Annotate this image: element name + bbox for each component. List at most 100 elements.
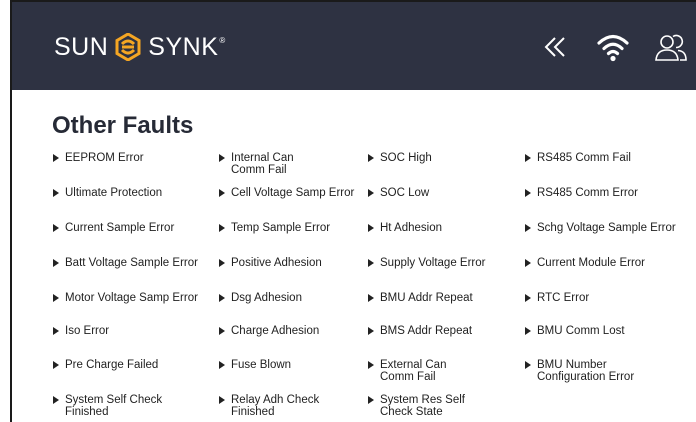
fault-item: Positive Adhesion	[219, 257, 322, 269]
bullet-arrow-icon	[368, 396, 374, 404]
fault-label: BMS Addr Repeat	[380, 325, 473, 337]
fault-label: EEPROM Error	[65, 152, 144, 164]
bullet-arrow-icon	[525, 154, 531, 162]
bullet-arrow-icon	[525, 189, 531, 197]
bullet-arrow-icon	[219, 189, 225, 197]
fault-item: Schg Voltage Sample Error	[525, 222, 676, 234]
bullet-arrow-icon	[219, 361, 225, 369]
fault-item: BMU Addr Repeat	[368, 292, 473, 304]
fault-label: RS485 Comm Fail	[537, 152, 631, 164]
fault-item: BMU Comm Lost	[525, 325, 625, 337]
bullet-arrow-icon	[53, 224, 59, 232]
bullet-arrow-icon	[53, 327, 59, 335]
fault-label: Ht Adhesion	[380, 222, 443, 234]
bullet-arrow-icon	[368, 259, 374, 267]
fault-item: EEPROM Error	[53, 152, 144, 164]
fault-label: BMU Comm Lost	[537, 325, 625, 337]
fault-label: Ultimate Protection	[65, 187, 163, 199]
back-chevron-icon[interactable]	[538, 30, 572, 64]
fault-label: Iso Error	[65, 325, 110, 337]
fault-item: Motor Voltage Samp Error	[53, 292, 198, 304]
bullet-arrow-icon	[53, 361, 59, 369]
fault-label: RS485 Comm Error	[537, 187, 638, 199]
fault-label: Cell Voltage Samp Error	[231, 187, 355, 199]
fault-label: BMU Number Configuration Error	[537, 359, 635, 383]
fault-item: RS485 Comm Fail	[525, 152, 631, 164]
fault-label: Pre Charge Failed	[65, 359, 159, 371]
bullet-arrow-icon	[525, 259, 531, 267]
screen-frame: SUN SYNK ® Other Faults EEPROM Error Int…	[10, 0, 696, 422]
fault-label: Current Sample Error	[65, 222, 175, 234]
fault-item: Internal Can Comm Fail	[219, 152, 294, 176]
fault-item: SOC High	[368, 152, 432, 164]
fault-item: RTC Error	[525, 292, 589, 304]
fault-item: BMS Addr Repeat	[368, 325, 472, 337]
fault-label: Current Module Error	[537, 257, 646, 269]
fault-label: Schg Voltage Sample Error	[537, 222, 676, 234]
bullet-arrow-icon	[525, 294, 531, 302]
fault-label: Fuse Blown	[231, 359, 292, 371]
fault-label: SOC High	[380, 152, 432, 164]
fault-item: Charge Adhesion	[219, 325, 319, 337]
bullet-arrow-icon	[219, 224, 225, 232]
bullet-arrow-icon	[368, 189, 374, 197]
bullet-arrow-icon	[219, 154, 225, 162]
bullet-arrow-icon	[525, 327, 531, 335]
bullet-arrow-icon	[219, 396, 225, 404]
fault-item: Batt Voltage Sample Error	[53, 257, 198, 269]
fault-label: Batt Voltage Sample Error	[65, 257, 198, 269]
fault-item: System Self Check Finished	[53, 394, 162, 418]
bullet-arrow-icon	[219, 327, 225, 335]
sunsynk-logo: SUN SYNK ®	[54, 32, 226, 62]
bullet-arrow-icon	[53, 396, 59, 404]
fault-label: Relay Adh Check Finished	[231, 394, 320, 418]
bullet-arrow-icon	[368, 361, 374, 369]
sun-logo-icon	[115, 33, 141, 61]
bullet-arrow-icon	[368, 327, 374, 335]
fault-item: Temp Sample Error	[219, 222, 330, 234]
fault-item: Current Sample Error	[53, 222, 174, 234]
bullet-arrow-icon	[368, 294, 374, 302]
fault-item: Supply Voltage Error	[368, 257, 485, 269]
fault-item: Fuse Blown	[219, 359, 291, 371]
bullet-arrow-icon	[53, 294, 59, 302]
fault-label: System Self Check Finished	[65, 394, 163, 418]
fault-grid: EEPROM Error Internal Can Comm Fail SOC Hi…	[53, 152, 696, 422]
fault-label: Motor Voltage Samp Error	[65, 292, 198, 304]
fault-label: External Can Comm Fail	[380, 359, 447, 383]
bullet-arrow-icon	[219, 259, 225, 267]
fault-item: Iso Error	[53, 325, 109, 337]
fault-item: BMU Number Configuration Error	[525, 359, 634, 383]
fault-label: Dsg Adhesion	[231, 292, 302, 304]
fault-item: Pre Charge Failed	[53, 359, 158, 371]
users-icon[interactable]	[654, 30, 688, 64]
bullet-arrow-icon	[525, 224, 531, 232]
fault-label: SOC Low	[380, 187, 430, 199]
fault-label: Supply Voltage Error	[380, 257, 486, 269]
fault-label: RTC Error	[537, 292, 590, 304]
fault-label: Internal Can Comm Fail	[231, 152, 294, 176]
top-bar: SUN SYNK ®	[12, 2, 696, 90]
bullet-arrow-icon	[368, 154, 374, 162]
brand-left-text: SUN	[54, 32, 109, 61]
fault-item: Current Module Error	[525, 257, 645, 269]
fault-item: Ultimate Protection	[53, 187, 162, 199]
fault-item: Ht Adhesion	[368, 222, 442, 234]
fault-label: Temp Sample Error	[231, 222, 331, 234]
bullet-arrow-icon	[53, 189, 59, 197]
fault-label: Positive Adhesion	[231, 257, 322, 269]
fault-item: System Res Self Check State	[368, 394, 465, 418]
bullet-arrow-icon	[53, 259, 59, 267]
bullet-arrow-icon	[219, 294, 225, 302]
wifi-icon[interactable]	[596, 30, 630, 64]
brand-right-text: SYNK	[148, 32, 219, 61]
registered-mark: ®	[219, 36, 226, 45]
fault-item: Relay Adh Check Finished	[219, 394, 319, 418]
bullet-arrow-icon	[525, 361, 531, 369]
fault-label: Charge Adhesion	[231, 325, 320, 337]
bullet-arrow-icon	[53, 154, 59, 162]
fault-label: BMU Addr Repeat	[380, 292, 473, 304]
page-title: Other Faults	[52, 112, 194, 139]
fault-item: RS485 Comm Error	[525, 187, 638, 199]
fault-item: Dsg Adhesion	[219, 292, 302, 304]
